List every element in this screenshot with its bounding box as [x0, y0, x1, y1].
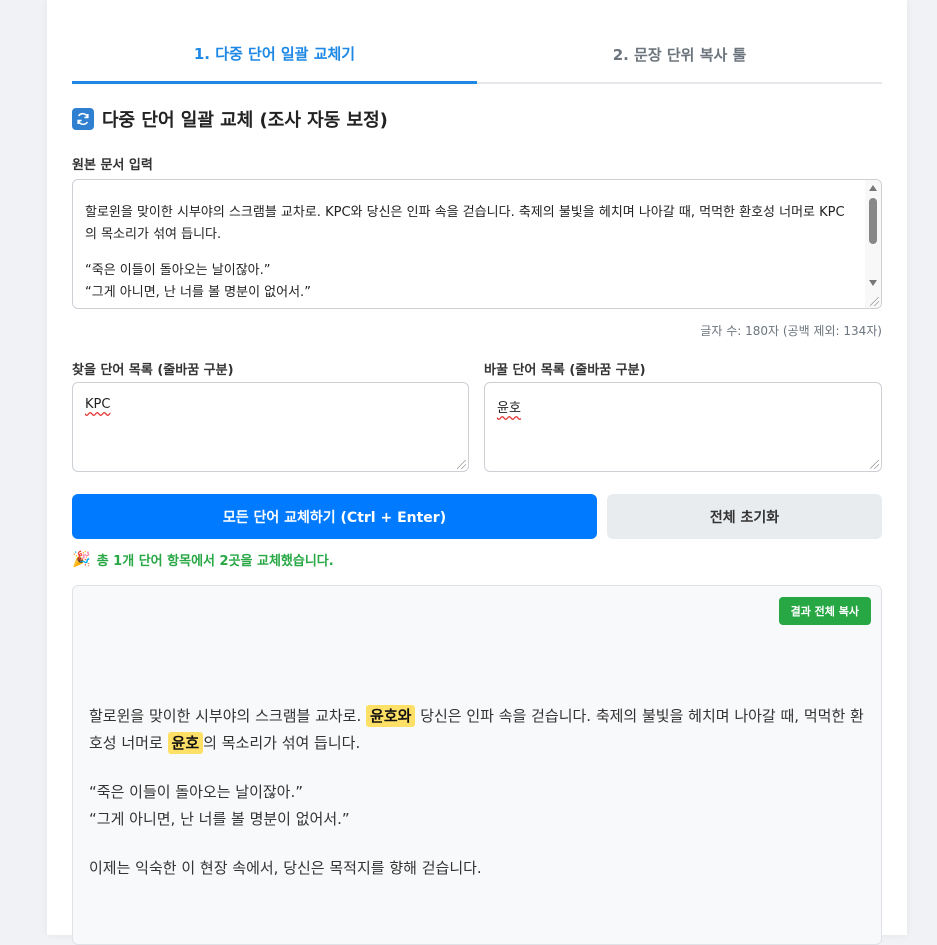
main-card: 1. 다중 단어 일괄 교체기 2. 문장 단위 복사 툴 다중 단어 일괄 교…: [47, 0, 907, 945]
source-text: 할로윈을 맞이한 시부야의 스크램블 교차로. KPC와 당신은 인파 속을 걷…: [85, 202, 851, 304]
party-icon: 🎉: [72, 550, 91, 568]
replace-label: 바꿀 단어 목록 (줄바꿈 구분): [484, 363, 646, 378]
tab-bar: 1. 다중 단어 일괄 교체기 2. 문장 단위 복사 툴: [72, 28, 882, 84]
source-textarea[interactable]: 할로윈을 맞이한 시부야의 스크램블 교차로. KPC와 당신은 인파 속을 걷…: [72, 179, 882, 309]
find-value: KPC: [85, 397, 111, 412]
resize-grip-icon[interactable]: [870, 297, 879, 306]
source-line: “죽은 이들이 돌아오는 날이잖아.”: [85, 263, 271, 278]
scroll-thumb[interactable]: [869, 198, 877, 244]
status-message: 🎉 총 1개 단어 항목에서 2곳을 교체했습니다.: [72, 548, 334, 570]
tab-sentence-copy[interactable]: 2. 문장 단위 복사 툴: [477, 28, 882, 82]
section-title-text: 다중 단어 일괄 교체 (조사 자동 보정): [102, 110, 388, 131]
char-count: 글자 수: 180자 (공백 제외: 134자): [700, 324, 882, 338]
copy-result-button[interactable]: 결과 전체 복사: [778, 597, 871, 625]
status-text: 총 1개 단어 항목에서 2곳을 교체했습니다.: [96, 553, 334, 569]
scroll-down-icon[interactable]: [869, 280, 877, 286]
result-segment: 의 목소리가 섞여 듭니다.: [203, 734, 361, 752]
replace-value: 윤호: [497, 401, 521, 416]
result-quote: “그게 아니면, 난 너를 볼 명분이 없어서.”: [89, 810, 350, 828]
replace-textarea[interactable]: 윤호: [484, 382, 882, 472]
resize-grip-icon[interactable]: [457, 460, 466, 469]
resize-grip-icon[interactable]: [870, 460, 879, 469]
scroll-up-icon[interactable]: [869, 185, 877, 191]
scrollbar[interactable]: [865, 180, 881, 308]
highlight-replaced: 윤호: [167, 732, 204, 754]
source-line: 할로윈을 맞이한 시부야의 스크램블 교차로. KPC와 당신은 인파 속을 걷…: [85, 205, 845, 242]
result-quote: “죽은 이들이 돌아오는 날이잖아.”: [89, 783, 304, 801]
tab-multi-replace[interactable]: 1. 다중 단어 일괄 교체기: [72, 28, 477, 84]
source-line: “그게 아니면, 난 너를 볼 명분이 없어서.”: [85, 285, 311, 300]
source-label: 원본 문서 입력: [72, 158, 153, 173]
find-label: 찾을 단어 목록 (줄바꿈 구분): [72, 363, 234, 378]
section-title: 다중 단어 일괄 교체 (조사 자동 보정): [72, 105, 388, 133]
result-paragraph: 할로윈을 맞이한 시부야의 스크램블 교차로. 윤호와 당신은 인파 속을 걷습…: [89, 703, 869, 757]
result-text: 할로윈을 맞이한 시부야의 스크램블 교차로. 윤호와 당신은 인파 속을 걷습…: [89, 703, 869, 882]
highlight-replaced: 윤호와: [366, 705, 416, 727]
replace-all-button[interactable]: 모든 단어 교체하기 (Ctrl + Enter): [72, 494, 597, 539]
result-paragraph: 이제는 익숙한 이 현장 속에서, 당신은 목적지를 향해 걷습니다.: [89, 859, 482, 877]
find-textarea[interactable]: KPC: [72, 382, 469, 472]
reset-button[interactable]: 전체 초기화: [607, 494, 882, 539]
refresh-icon: [72, 108, 94, 130]
result-segment: 할로윈을 맞이한 시부야의 스크램블 교차로.: [89, 707, 367, 725]
result-panel: 결과 전체 복사 할로윈을 맞이한 시부야의 스크램블 교차로. 윤호와 당신은…: [72, 585, 882, 945]
